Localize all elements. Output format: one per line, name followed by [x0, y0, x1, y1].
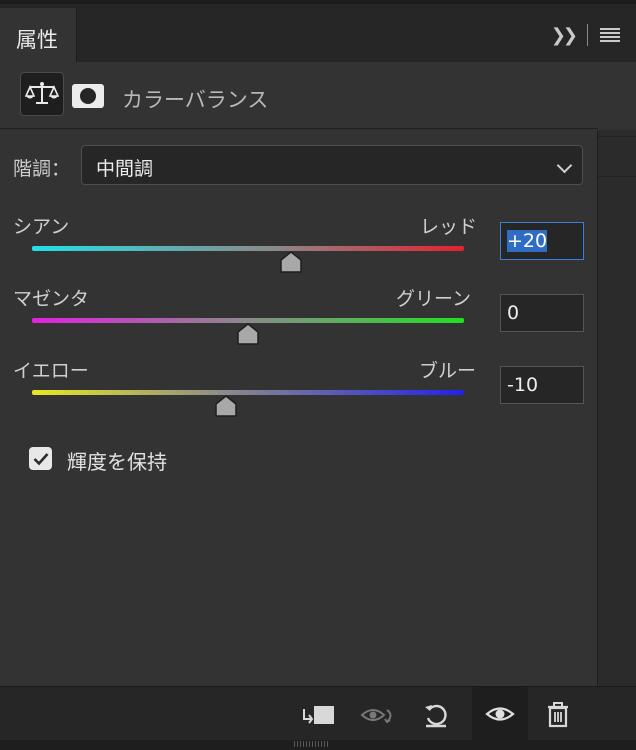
tone-select-value: 中間調 — [96, 158, 154, 180]
clip-to-layer-button[interactable] — [298, 695, 338, 735]
header-icons: ❯❯ — [551, 24, 620, 46]
preserve-luminosity-checkbox[interactable] — [29, 447, 52, 470]
cyan-red-value-input[interactable]: +20 — [500, 222, 584, 260]
header-divider — [587, 24, 588, 46]
slider-blue-label: ブルー — [419, 360, 477, 382]
resize-grip[interactable] — [294, 741, 330, 747]
adjustment-header: カラーバランス — [0, 62, 598, 129]
reset-button[interactable] — [416, 695, 456, 735]
magenta-green-value-input[interactable]: 0 — [500, 294, 584, 332]
tab-properties[interactable]: 属性 — [0, 8, 77, 66]
slider-yellow-label: イエロー — [13, 360, 89, 382]
panel-header: 属性 ❯❯ — [0, 0, 636, 66]
slider-red-label: レッド — [420, 216, 478, 238]
balance-scale-icon[interactable] — [20, 72, 64, 116]
collapse-panel-icon[interactable]: ❯❯ — [551, 25, 578, 46]
cyan-red-track[interactable] — [32, 246, 464, 251]
visibility-eye-icon — [485, 707, 515, 721]
slider-magenta-label: マゼンタ — [13, 288, 90, 310]
bottom-toolbar — [0, 686, 636, 741]
slider-green-label: グリーン — [396, 288, 472, 310]
yellow-blue-value-input[interactable]: -10 — [500, 366, 584, 404]
tone-label: 階調： — [13, 158, 71, 180]
trash-icon — [548, 702, 568, 728]
panel-menu-icon[interactable] — [600, 28, 620, 42]
tab-label: 属性 — [16, 28, 58, 52]
yellow-blue-thumb[interactable] — [214, 395, 238, 417]
cyan-red-value: +20 — [507, 230, 548, 252]
chevron-down-icon — [556, 157, 573, 174]
magenta-green-value: 0 — [507, 302, 520, 324]
reset-icon — [425, 704, 447, 728]
vertical-scrollbar[interactable] — [597, 130, 636, 686]
adjustment-title: カラーバランス — [122, 88, 269, 112]
layer-mask-icon[interactable] — [72, 84, 104, 108]
checkmark-icon — [33, 452, 48, 465]
view-previous-state-button[interactable] — [358, 695, 398, 735]
view-previous-state-icon — [360, 709, 392, 724]
yellow-blue-track[interactable] — [32, 390, 464, 395]
toggle-visibility-button[interactable] — [472, 687, 528, 741]
tone-select[interactable]: 中間調 — [81, 145, 583, 185]
delete-button[interactable] — [538, 695, 578, 735]
properties-panel: 属性 ❯❯ カラーバランス 階調： 中間調 シアン レッド +20 マゼンタ グ… — [0, 0, 636, 750]
clip-to-layer-icon — [303, 706, 334, 724]
magenta-green-thumb[interactable] — [236, 323, 260, 345]
preserve-luminosity-label: 輝度を保持 — [67, 450, 167, 474]
cyan-red-thumb[interactable] — [279, 251, 303, 273]
slider-cyan-label: シアン — [13, 216, 70, 238]
yellow-blue-value: -10 — [507, 374, 539, 396]
